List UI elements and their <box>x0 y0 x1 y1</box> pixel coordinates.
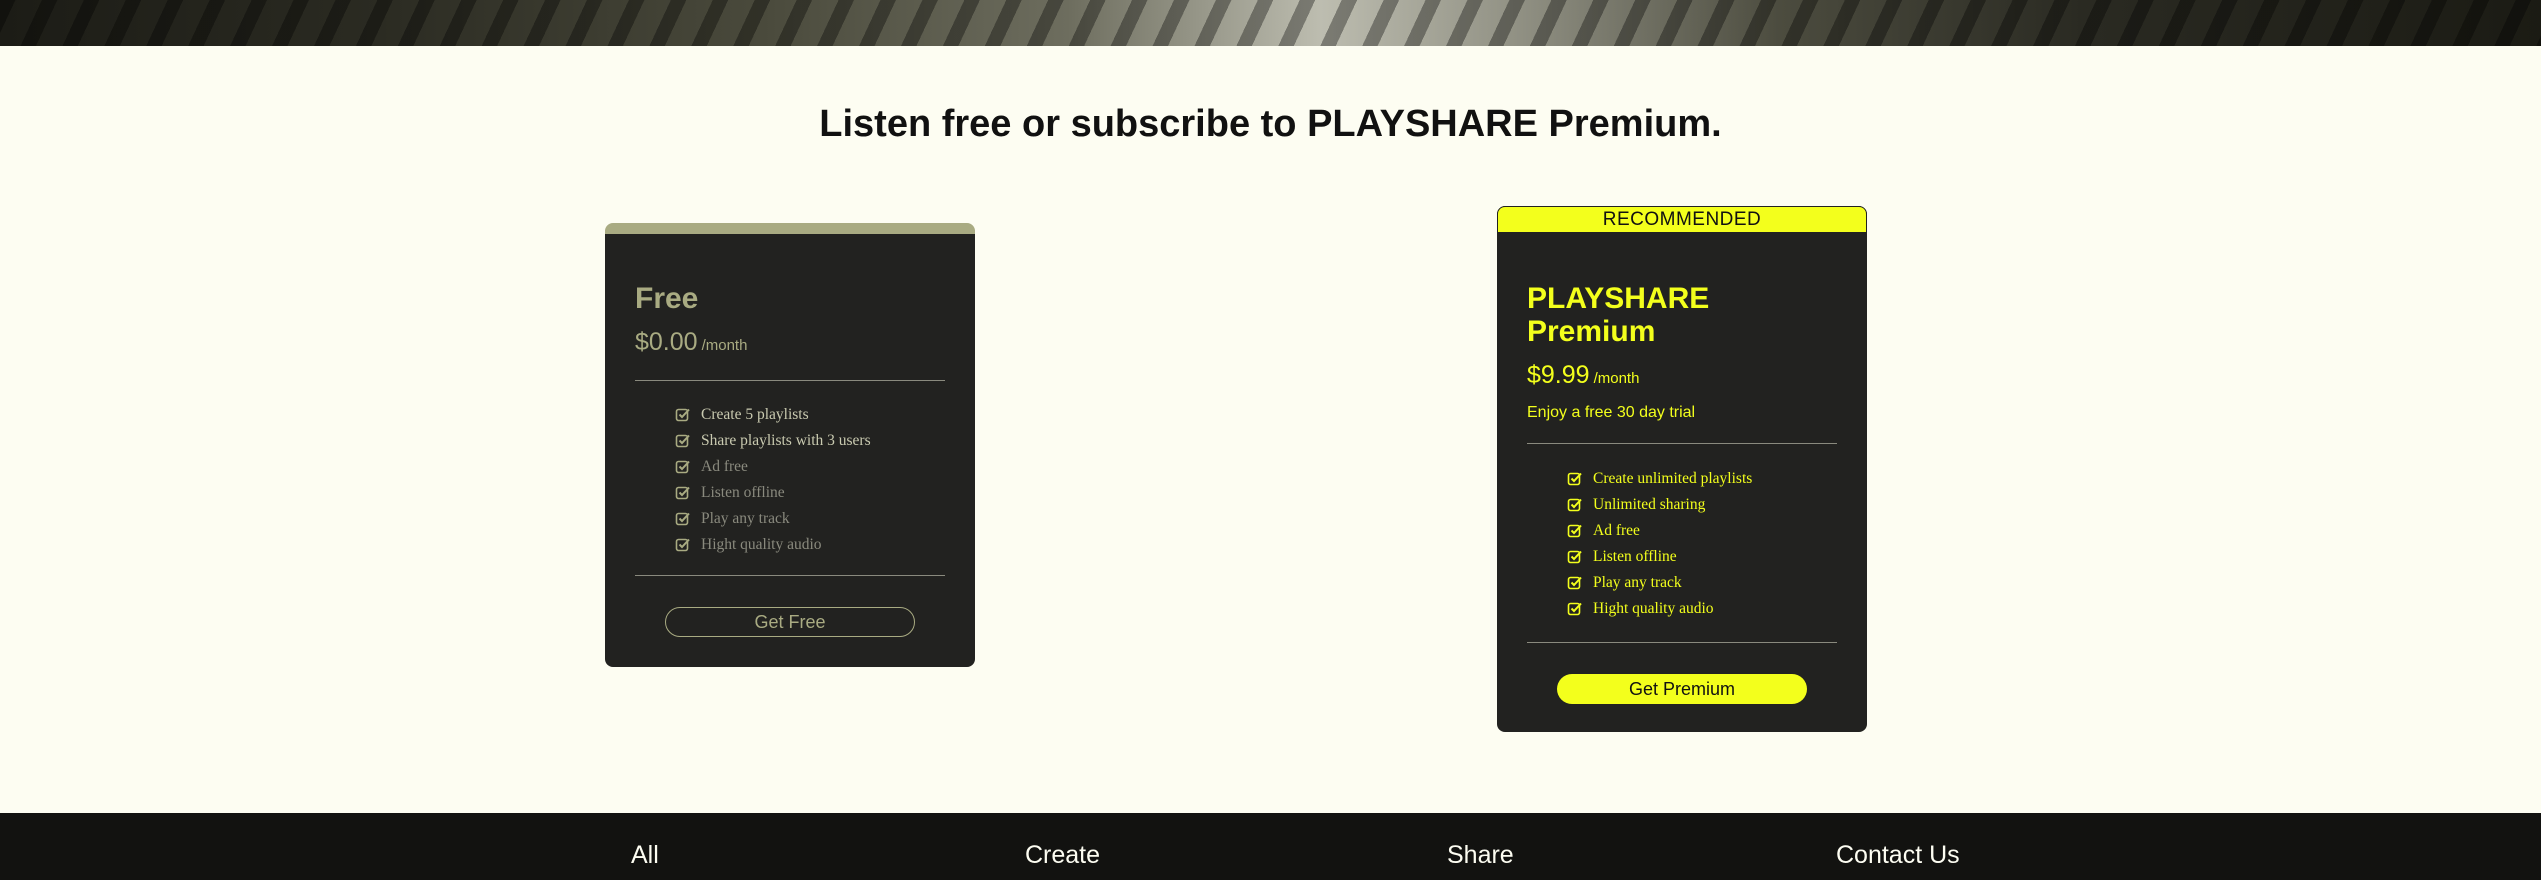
plan-name: Free <box>635 282 699 315</box>
feature-list: Create unlimited playlists Unlimited sha… <box>1567 466 1752 622</box>
checkbox-checked-icon <box>1567 602 1582 616</box>
checkbox-checked-icon <box>675 408 690 422</box>
headline-text <box>1538 103 1549 145</box>
footer-link-all[interactable]: All <box>631 841 659 870</box>
checkbox-checked-icon <box>675 538 690 552</box>
feature-item: Hight quality audio <box>1567 596 1752 622</box>
feature-label: Create 5 playlists <box>701 406 809 423</box>
checkbox-checked-icon <box>1567 524 1582 538</box>
headline-period: . <box>1711 103 1722 145</box>
feature-item: Hight quality audio <box>675 532 871 558</box>
feature-item: Create unlimited playlists <box>1567 466 1752 492</box>
feature-item: Listen offline <box>675 480 871 506</box>
feature-label: Play any track <box>1593 574 1682 591</box>
feature-item: Ad free <box>1567 518 1752 544</box>
get-premium-button[interactable]: Get Premium <box>1557 674 1807 704</box>
feature-label: Listen offline <box>701 484 785 501</box>
divider <box>635 380 945 381</box>
recommended-badge: RECOMMENDED <box>1497 206 1867 232</box>
free-plan-card: Free $0.00/month Create 5 playlists Shar… <box>605 223 975 667</box>
premium-plan-card: RECOMMENDED PLAYSHARE Premium $9.99/mont… <box>1497 206 1867 732</box>
feature-label: Hight quality audio <box>701 536 822 553</box>
feature-label: Ad free <box>701 458 748 475</box>
checkbox-checked-icon <box>675 512 690 526</box>
footer-link-create[interactable]: Create <box>1025 841 1100 870</box>
price-row: $0.00/month <box>635 328 747 357</box>
headline-brand-share: SHARE <box>1404 103 1538 145</box>
plan-price: $0.00 <box>635 328 698 356</box>
divider <box>635 575 945 576</box>
headline-text: Listen free or <box>819 103 1071 145</box>
plan-name: PLAYSHARE Premium <box>1527 282 1709 348</box>
footer-link-share[interactable]: Share <box>1447 841 1514 870</box>
checkbox-checked-icon <box>1567 498 1582 512</box>
price-row: $9.99/month <box>1527 361 1639 390</box>
divider <box>1527 443 1837 444</box>
hero-banner-image <box>0 0 2541 46</box>
feature-item: Listen offline <box>1567 544 1752 570</box>
feature-label: Listen offline <box>1593 548 1677 565</box>
price-period: /month <box>701 337 748 354</box>
feature-label: Create unlimited playlists <box>1593 470 1753 487</box>
checkbox-checked-icon <box>1567 576 1582 590</box>
feature-item: Unlimited sharing <box>1567 492 1752 518</box>
feature-label: Unlimited sharing <box>1593 496 1706 513</box>
checkbox-checked-icon <box>675 434 690 448</box>
headline-premium: Premium <box>1548 103 1712 145</box>
headline-text: to <box>1250 103 1308 145</box>
headline-subscribe: subscribe <box>1070 103 1251 145</box>
headline-brand-play: PLAY <box>1307 103 1405 145</box>
feature-item: Play any track <box>1567 570 1752 596</box>
plan-name-line1: PLAYSHARE <box>1527 282 1710 315</box>
feature-label: Ad free <box>1593 522 1640 539</box>
feature-item: Ad free <box>675 454 871 480</box>
plan-name-line2: Premium <box>1527 315 1656 348</box>
divider <box>1527 642 1837 643</box>
checkbox-checked-icon <box>675 460 690 474</box>
checkbox-checked-icon <box>1567 550 1582 564</box>
feature-item: Share playlists with 3 users <box>675 428 871 454</box>
footer-link-contact-us[interactable]: Contact Us <box>1836 841 1960 870</box>
feature-item: Create 5 playlists <box>675 402 871 428</box>
feature-list: Create 5 playlists Share playlists with … <box>675 402 871 558</box>
checkbox-checked-icon <box>675 486 690 500</box>
get-free-button[interactable]: Get Free <box>665 607 915 637</box>
plan-price: $9.99 <box>1527 361 1590 389</box>
feature-label: Hight quality audio <box>1593 600 1714 617</box>
footer-nav: All Create Share Contact Us <box>0 813 2541 880</box>
feature-item: Play any track <box>675 506 871 532</box>
feature-label: Play any track <box>701 510 790 527</box>
trial-note: Enjoy a free 30 day trial <box>1527 404 1696 421</box>
price-period: /month <box>1593 370 1640 387</box>
checkbox-checked-icon <box>1567 472 1582 486</box>
page-headline: Listen free or subscribe to PLAYSHARE Pr… <box>0 103 2541 146</box>
feature-label: Share playlists with 3 users <box>701 432 871 449</box>
